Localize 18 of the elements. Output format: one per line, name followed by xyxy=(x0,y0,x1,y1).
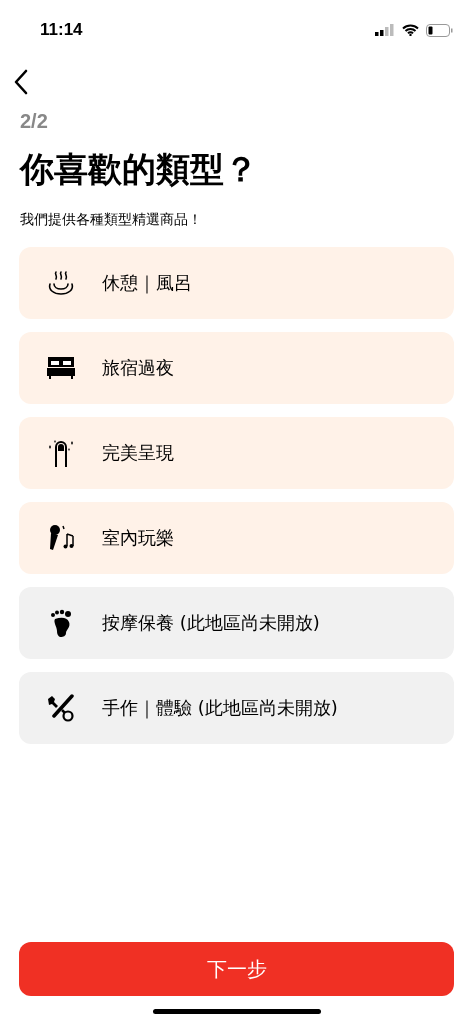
fingernail-icon xyxy=(47,439,75,467)
next-button[interactable]: 下一步 xyxy=(19,942,454,996)
subtitle: 我們提供各種類型精選商品！ xyxy=(20,211,203,229)
category-option[interactable]: 旅宿過夜 xyxy=(19,332,454,404)
battery-icon xyxy=(426,23,453,37)
wifi-icon xyxy=(402,24,419,36)
status-time: 11:14 xyxy=(40,20,83,40)
bed-icon xyxy=(46,357,76,379)
hot-spring-icon xyxy=(47,270,75,296)
signal-icon xyxy=(375,24,395,36)
category-option[interactable]: 完美呈現 xyxy=(19,417,454,489)
category-option[interactable]: 室內玩樂 xyxy=(19,502,454,574)
tools-icon xyxy=(46,694,76,722)
footprint-icon xyxy=(49,609,73,637)
step-indicator: 2/2 xyxy=(20,110,49,133)
page-title: 你喜歡的類型？ xyxy=(20,148,259,191)
back-button[interactable] xyxy=(12,68,30,96)
category-option[interactable]: 休憩｜風呂 xyxy=(19,247,454,319)
